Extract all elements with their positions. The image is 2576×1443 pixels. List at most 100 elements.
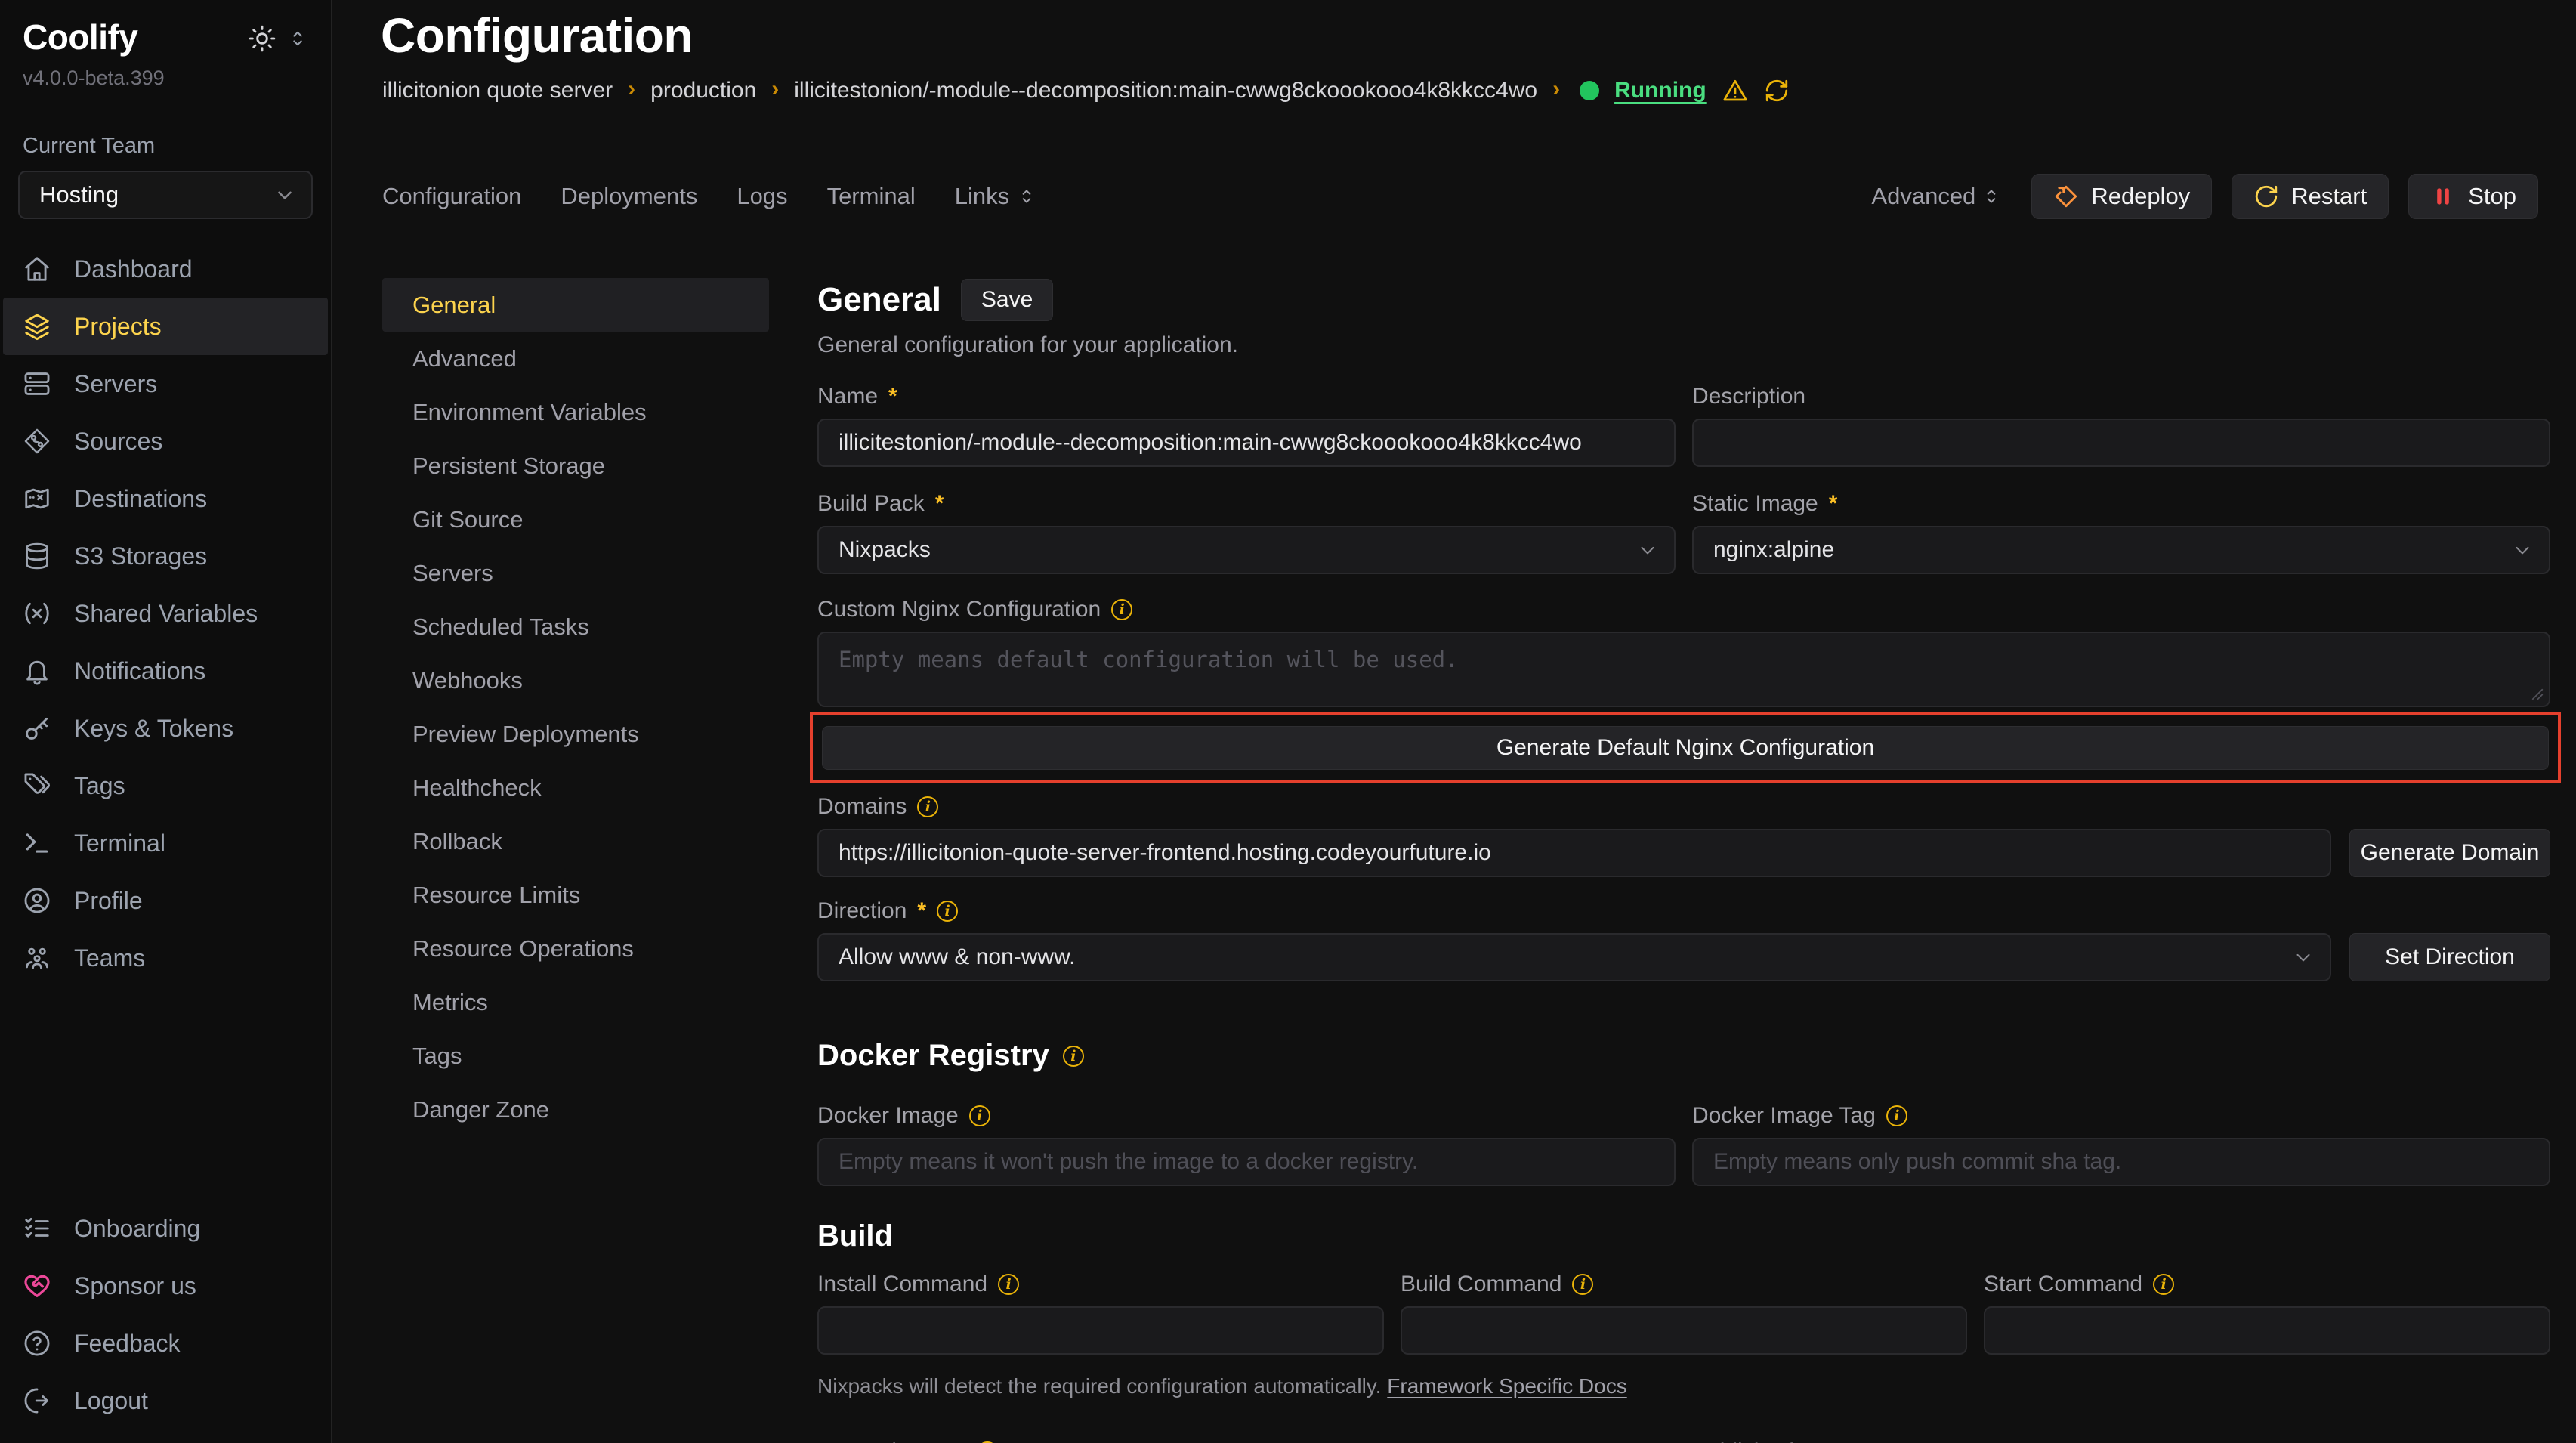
users-icon xyxy=(23,944,51,972)
app-version: v4.0.0-beta.399 xyxy=(0,57,331,90)
static-image-select[interactable]: nginx:alpine xyxy=(1692,526,2550,574)
help-circle-icon xyxy=(23,1329,51,1358)
tab-logs[interactable]: Logs xyxy=(737,183,787,210)
subnav-rollback[interactable]: Rollback xyxy=(382,814,769,868)
breadcrumb-environment[interactable]: production xyxy=(650,78,756,104)
framework-docs-link[interactable]: Framework Specific Docs xyxy=(1387,1374,1626,1398)
tab-configuration[interactable]: Configuration xyxy=(382,183,521,210)
base-directory-label: Base Directory i xyxy=(817,1439,1676,1443)
sidebar-item-servers[interactable]: Servers xyxy=(0,355,331,413)
sidebar-item-sources[interactable]: Sources xyxy=(0,413,331,470)
stop-button[interactable]: Stop xyxy=(2408,174,2538,219)
logout-icon xyxy=(23,1386,51,1415)
build-command-label: Build Command i xyxy=(1401,1272,1967,1297)
sidebar-item-s3-storages[interactable]: S3 Storages xyxy=(0,527,331,585)
tab-links[interactable]: Links xyxy=(955,183,1036,210)
subnav-resource-operations[interactable]: Resource Operations xyxy=(382,922,769,975)
team-select[interactable]: Hosting xyxy=(18,171,313,219)
theme-sun-icon[interactable] xyxy=(248,24,276,53)
required-asterisk: * xyxy=(888,384,897,409)
breadcrumb-project[interactable]: illicitonion quote server xyxy=(382,78,613,104)
subnav-persistent-storage[interactable]: Persistent Storage xyxy=(382,439,769,493)
description-input[interactable] xyxy=(1692,419,2550,467)
sidebar-item-sponsor-us[interactable]: Sponsor us xyxy=(0,1257,331,1315)
nixpacks-note: Nixpacks will detect the required config… xyxy=(817,1374,2550,1398)
chevron-down-icon xyxy=(1636,539,1659,561)
direction-select[interactable]: Allow www & non-www. xyxy=(817,933,2331,981)
subnav-advanced[interactable]: Advanced xyxy=(382,332,769,385)
tab-terminal[interactable]: Terminal xyxy=(827,183,916,210)
info-icon[interactable]: i xyxy=(1572,1274,1593,1295)
theme-chevrons-icon[interactable] xyxy=(287,28,308,49)
sidebar-item-destinations[interactable]: Destinations xyxy=(0,470,331,527)
info-icon[interactable]: i xyxy=(969,1105,990,1126)
sidebar-item-profile[interactable]: Profile xyxy=(0,872,331,929)
subnav-webhooks[interactable]: Webhooks xyxy=(382,654,769,707)
subnav-preview-deployments[interactable]: Preview Deployments xyxy=(382,707,769,761)
subnav-environment-variables[interactable]: Environment Variables xyxy=(382,385,769,439)
sidebar-item-teams[interactable]: Teams xyxy=(0,929,331,987)
info-icon[interactable]: i xyxy=(1886,1105,1907,1126)
advanced-dropdown[interactable]: Advanced xyxy=(1871,183,2001,210)
tags-icon xyxy=(23,771,51,800)
build-command-input[interactable] xyxy=(1401,1306,1967,1355)
sidebar-item-feedback[interactable]: Feedback xyxy=(0,1315,331,1372)
sidebar-item-tags[interactable]: Tags xyxy=(0,757,331,814)
redeploy-button[interactable]: Redeploy xyxy=(2031,174,2212,219)
subnav-danger-zone[interactable]: Danger Zone xyxy=(382,1083,769,1136)
info-icon[interactable]: i xyxy=(937,901,958,922)
resize-grip-icon[interactable] xyxy=(2531,688,2544,701)
subnav-resource-limits[interactable]: Resource Limits xyxy=(382,868,769,922)
start-command-label: Start Command i xyxy=(1984,1272,2550,1297)
sidebar-item-projects[interactable]: Projects xyxy=(3,298,328,355)
status-badge[interactable]: Running xyxy=(1614,78,1707,104)
stop-icon xyxy=(2430,184,2456,209)
subnav-git-source[interactable]: Git Source xyxy=(382,493,769,546)
tab-deployments[interactable]: Deployments xyxy=(561,183,697,210)
info-icon[interactable]: i xyxy=(1063,1046,1084,1067)
custom-nginx-textarea[interactable] xyxy=(817,632,2550,707)
sidebar-item-dashboard[interactable]: Dashboard xyxy=(0,240,331,298)
name-input[interactable] xyxy=(817,419,1676,467)
subnav-general[interactable]: General xyxy=(382,278,769,332)
breadcrumb-application[interactable]: illicitestonion/-module--decomposition:m… xyxy=(794,78,1537,104)
heart-handshake-icon xyxy=(23,1272,51,1300)
subnav-tags[interactable]: Tags xyxy=(382,1029,769,1083)
docker-image-input[interactable] xyxy=(817,1138,1676,1186)
refresh-icon[interactable] xyxy=(1764,78,1790,104)
set-direction-button[interactable]: Set Direction xyxy=(2349,933,2550,981)
restart-button[interactable]: Restart xyxy=(2232,174,2389,219)
subnav-metrics[interactable]: Metrics xyxy=(382,975,769,1029)
description-label: Description xyxy=(1692,384,2550,409)
info-icon[interactable]: i xyxy=(2153,1274,2174,1295)
chevron-down-icon xyxy=(273,184,296,206)
sidebar-item-terminal[interactable]: Terminal xyxy=(0,814,331,872)
sidebar-item-logout[interactable]: Logout xyxy=(0,1372,331,1429)
status-dot xyxy=(1580,81,1599,100)
info-icon[interactable]: i xyxy=(917,796,938,817)
warning-icon[interactable] xyxy=(1722,77,1749,104)
docker-image-tag-input[interactable] xyxy=(1692,1138,2550,1186)
team-select-value: Hosting xyxy=(39,181,119,209)
sidebar-item-notifications[interactable]: Notifications xyxy=(0,642,331,700)
direction-label: Direction * i xyxy=(817,898,2550,924)
info-icon[interactable]: i xyxy=(1111,599,1132,620)
sidebar-item-keys-tokens[interactable]: Keys & Tokens xyxy=(0,700,331,757)
subnav-healthcheck[interactable]: Healthcheck xyxy=(382,761,769,814)
generate-domain-button[interactable]: Generate Domain xyxy=(2349,829,2550,877)
build-pack-select[interactable]: Nixpacks xyxy=(817,526,1676,574)
subnav-scheduled-tasks[interactable]: Scheduled Tasks xyxy=(382,600,769,654)
git-source-icon xyxy=(23,427,51,456)
layers-icon xyxy=(23,312,51,341)
start-command-input[interactable] xyxy=(1984,1306,2550,1355)
generate-nginx-config-button[interactable]: Generate Default Nginx Configuration xyxy=(822,726,2549,770)
sidebar-item-shared-variables[interactable]: Shared Variables xyxy=(0,585,331,642)
domains-input[interactable] xyxy=(817,829,2331,877)
general-description: General configuration for your applicati… xyxy=(817,332,2550,358)
install-command-input[interactable] xyxy=(817,1306,1384,1355)
custom-nginx-label: Custom Nginx Configuration i xyxy=(817,597,2550,623)
info-icon[interactable]: i xyxy=(998,1274,1019,1295)
save-button[interactable]: Save xyxy=(961,279,1053,321)
subnav-servers[interactable]: Servers xyxy=(382,546,769,600)
sidebar-item-onboarding[interactable]: Onboarding xyxy=(0,1200,331,1257)
